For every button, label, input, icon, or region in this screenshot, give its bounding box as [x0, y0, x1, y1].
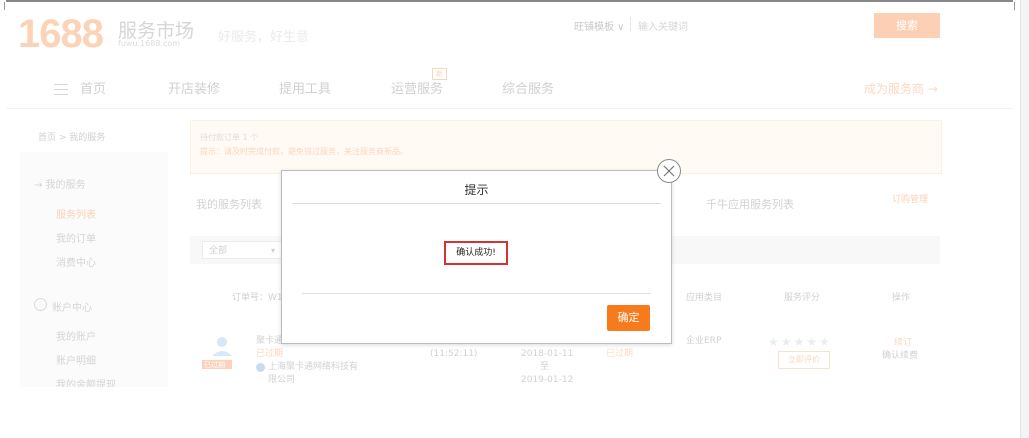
- table-header-action: 操作: [892, 293, 911, 303]
- service-start-date: 2018-01-11: [521, 349, 574, 359]
- status-filter-select[interactable]: 全部 ▾: [202, 241, 282, 259]
- product-status-label: 已过期: [256, 349, 284, 359]
- dialog-close-button[interactable]: [657, 159, 681, 183]
- renew-link[interactable]: 续订: [894, 335, 912, 348]
- nav-item-tools[interactable]: 提用工具: [279, 78, 331, 97]
- dialog-footer-divider: [302, 293, 651, 294]
- menu-icon[interactable]: [54, 84, 68, 99]
- service-category: 企业ERP: [686, 336, 722, 346]
- sidebar-item-withdraw[interactable]: 我的余额提现: [56, 376, 116, 387]
- notice-line-2[interactable]: 提示：请及时完成付款，避免错过服务，关注服务商新品。: [200, 146, 408, 157]
- sidebar-item-service-list[interactable]: 服务列表: [56, 206, 96, 221]
- sidebar-item-consumption[interactable]: 消费中心: [56, 254, 96, 269]
- search-button[interactable]: 搜索: [874, 13, 940, 38]
- sidebar-item-orders[interactable]: 我的订单: [56, 230, 96, 245]
- section-title-qianniu[interactable]: 千牛应用服务列表: [706, 196, 794, 212]
- dialog-ok-button[interactable]: 确定: [607, 305, 650, 331]
- subscription-manage-link[interactable]: 订购管理: [892, 192, 928, 205]
- product-tag: 已过期: [204, 361, 225, 369]
- search-divider: [630, 17, 631, 31]
- slogan: 好服务，好生意: [218, 30, 310, 45]
- nav-home[interactable]: 首页: [80, 78, 106, 97]
- nav-item-general[interactable]: 综合服务: [502, 78, 554, 97]
- search-type-select[interactable]: 旺铺模板 ∨: [574, 18, 625, 33]
- sidebar-section-account[interactable]: 账户中心: [52, 299, 92, 314]
- status-filter-value: 全部: [209, 246, 228, 256]
- rating-stars-icon[interactable]: ★★★★★: [768, 335, 832, 349]
- service-date-separator: 至: [540, 362, 550, 372]
- dialog-message: 确认成功!: [444, 241, 508, 265]
- gear-icon: [34, 298, 47, 311]
- order-time: (11:52:11): [430, 349, 478, 359]
- notice-line-1: 待付款订单 1 个: [200, 133, 259, 142]
- nav-item-store-decoration[interactable]: 开店装修: [168, 78, 220, 97]
- nav-item-operations[interactable]: 运营服务: [391, 78, 443, 97]
- table-header-rating: 服务评分: [784, 293, 821, 303]
- nav-new-badge: 新: [432, 68, 447, 80]
- service-status: 已过期: [606, 349, 634, 359]
- sidebar-item-account-details[interactable]: 账户明细: [56, 352, 96, 367]
- section-title-my-services[interactable]: 我的服务列表: [196, 196, 262, 212]
- search-input[interactable]: 输入关键词: [638, 18, 688, 33]
- vendor-icon: [256, 363, 265, 372]
- become-provider-link[interactable]: 成为服务商 →: [864, 80, 938, 97]
- vendor-name-line1[interactable]: 上海聚卡通网络科技有: [268, 361, 358, 374]
- dialog-title-divider: [292, 203, 661, 204]
- logo-subtitle: fuwu.1688.com: [118, 39, 181, 48]
- confirm-renew-link[interactable]: 确认续费: [882, 348, 918, 361]
- sidebar-item-my-account[interactable]: 我的账户: [56, 328, 96, 343]
- vendor-name-line2[interactable]: 限公司: [268, 374, 295, 387]
- dialog-title: 提示: [464, 183, 489, 197]
- service-end-date: 2019-01-12: [521, 375, 574, 385]
- breadcrumb: 首页 > 我的服务: [38, 133, 106, 143]
- chevron-down-icon: ▾: [270, 246, 275, 255]
- rate-now-button[interactable]: 立即评价: [778, 351, 830, 369]
- header-divider: [6, 108, 1013, 109]
- table-header-category: 应用类目: [686, 293, 723, 303]
- vertical-scrollbar[interactable]: [1020, 0, 1029, 438]
- logo-number[interactable]: 1688: [18, 12, 104, 57]
- close-icon: [663, 165, 675, 177]
- table-header-order: 订单号：W18: [232, 293, 289, 303]
- confirm-dialog: 提示 确认成功! 确定: [281, 170, 672, 344]
- product-name[interactable]: 聚卡通: [256, 335, 283, 348]
- sidebar-section-services[interactable]: → 我的服务: [34, 176, 86, 191]
